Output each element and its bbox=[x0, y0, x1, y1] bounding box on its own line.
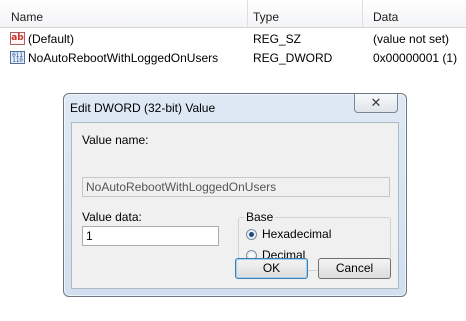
list-item-default[interactable]: ab (Default) REG_SZ (value not set) bbox=[0, 30, 466, 49]
value-type: REG_SZ bbox=[253, 32, 302, 46]
dialog-title: Edit DWORD (32-bit) Value bbox=[70, 101, 216, 115]
column-header-name[interactable]: Name bbox=[0, 0, 247, 27]
value-type: REG_DWORD bbox=[253, 51, 333, 65]
base-group-label: Base bbox=[244, 210, 276, 224]
dialog-body: Value name: NoAutoRebootWithLoggedOnUser… bbox=[71, 122, 399, 289]
edit-dword-dialog: Edit DWORD (32-bit) Value ✕ Value name: … bbox=[63, 93, 407, 297]
value-data: 0x00000001 (1) bbox=[373, 51, 458, 65]
value-name-field: NoAutoRebootWithLoggedOnUsers bbox=[82, 177, 390, 197]
value-name-label: Value name: bbox=[82, 133, 149, 147]
hexadecimal-radio[interactable] bbox=[246, 229, 257, 240]
list-item-noautoreboot[interactable]: 011 110 NoAutoRebootWithLoggedOnUsers RE… bbox=[0, 49, 466, 68]
string-value-icon: ab bbox=[10, 32, 25, 45]
list-header: Name Type Data bbox=[0, 0, 466, 28]
value-data: (value not set) bbox=[373, 32, 450, 46]
value-name: NoAutoRebootWithLoggedOnUsers bbox=[28, 51, 219, 65]
close-button[interactable]: ✕ bbox=[354, 94, 398, 113]
value-name: (Default) bbox=[28, 32, 75, 46]
cancel-button[interactable]: Cancel bbox=[318, 258, 391, 279]
hexadecimal-label[interactable]: Hexadecimal bbox=[262, 227, 331, 241]
column-header-type[interactable]: Type bbox=[242, 0, 362, 27]
value-data-label: Value data: bbox=[82, 210, 142, 224]
column-header-data[interactable]: Data bbox=[362, 0, 466, 27]
ok-button[interactable]: OK bbox=[235, 258, 308, 279]
close-icon: ✕ bbox=[370, 95, 382, 110]
value-data-input[interactable]: 1 bbox=[82, 226, 219, 246]
dword-value-icon: 011 110 bbox=[10, 51, 25, 64]
